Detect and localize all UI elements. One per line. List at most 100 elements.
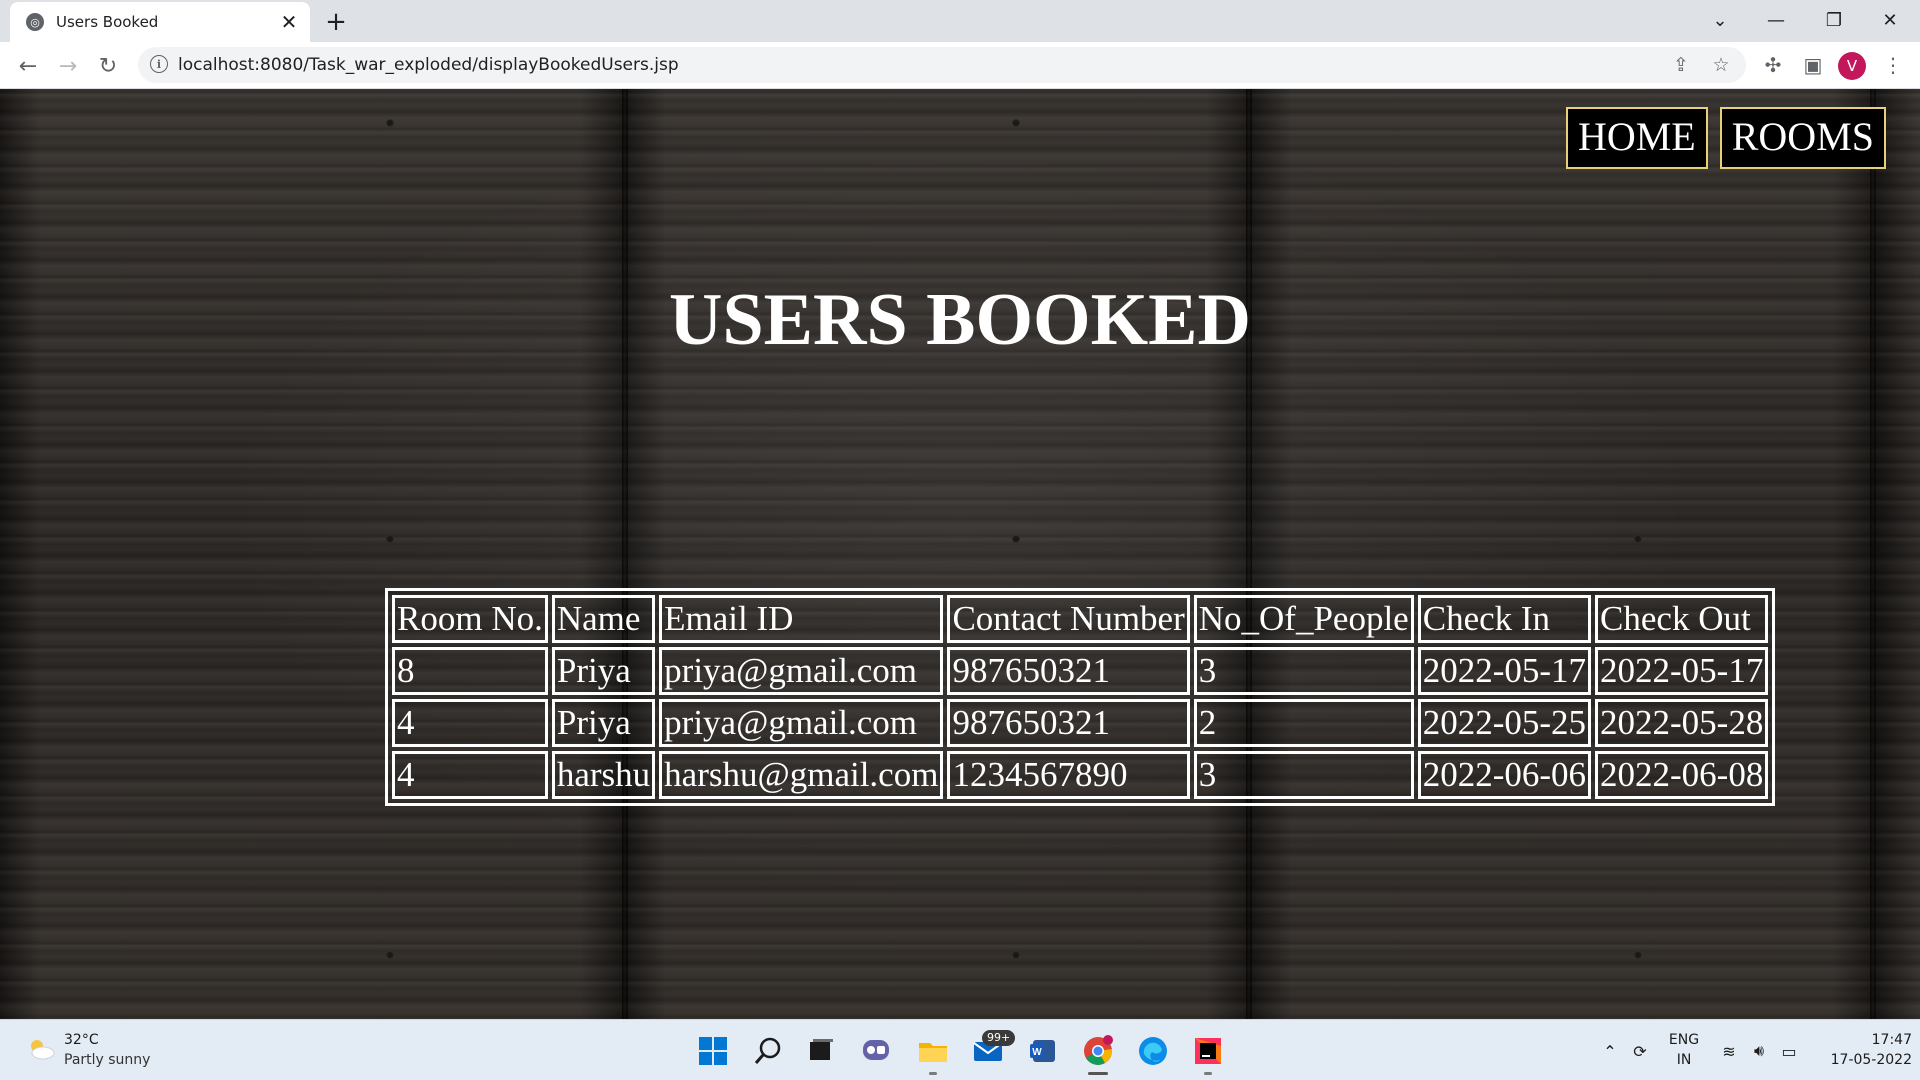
- forward-arrow-icon[interactable]: →: [50, 48, 86, 84]
- cell-check-in: 2022-05-25: [1417, 699, 1592, 747]
- nail-decoration: [1634, 535, 1642, 543]
- column-header-contact: Contact Number: [947, 595, 1190, 643]
- running-indicator: [1204, 1072, 1212, 1075]
- input-language[interactable]: ENG: [1668, 1032, 1700, 1048]
- site-nav: HOME ROOMS: [1565, 107, 1886, 169]
- new-tab-button[interactable]: +: [318, 5, 354, 39]
- browser-tabstrip: ◎ Users Booked ✕ + ⌄ — ❐ ✕: [0, 0, 1920, 42]
- column-header-room-no: Room No.: [392, 595, 548, 643]
- column-header-email: Email ID: [659, 595, 944, 643]
- mail-unread-badge: 99+: [982, 1030, 1016, 1046]
- battery-icon[interactable]: ▭: [1778, 1040, 1800, 1062]
- nail-decoration: [386, 535, 394, 543]
- back-arrow-icon[interactable]: ←: [10, 48, 46, 84]
- nail-decoration: [386, 119, 394, 127]
- cell-name: Priya: [551, 699, 656, 747]
- cell-check-in: 2022-05-17: [1417, 647, 1592, 695]
- site-info-icon[interactable]: i: [150, 55, 168, 73]
- clock-time[interactable]: 17:47: [1812, 1032, 1912, 1048]
- close-window-button[interactable]: ✕: [1862, 0, 1918, 40]
- running-indicator: [929, 1072, 937, 1075]
- cell-people: 3: [1193, 647, 1414, 695]
- cell-check-out: 2022-05-28: [1595, 699, 1769, 747]
- sync-icon[interactable]: ⟳: [1629, 1040, 1651, 1062]
- weather-temperature[interactable]: 32°C: [64, 1032, 99, 1048]
- browser-tab-active[interactable]: ◎ Users Booked ✕: [10, 2, 310, 42]
- clock-date[interactable]: 17-05-2022: [1812, 1052, 1912, 1068]
- nail-decoration: [1012, 119, 1020, 127]
- cell-people: 3: [1193, 751, 1414, 799]
- intellij-idea-icon[interactable]: [1191, 1034, 1225, 1068]
- cell-room-no: 4: [392, 751, 548, 799]
- page-title: USERS BOOKED: [669, 279, 1251, 361]
- cell-room-no: 4: [392, 699, 548, 747]
- column-header-people: No_Of_People: [1193, 595, 1414, 643]
- table-row: 4 Priya priya@gmail.com 987650321 2 2022…: [392, 699, 1769, 747]
- plank-seam: [1870, 89, 1876, 1019]
- volume-icon[interactable]: 🔊︎: [1748, 1040, 1770, 1062]
- task-view-icon[interactable]: [804, 1034, 838, 1068]
- search-icon[interactable]: [751, 1034, 785, 1068]
- cell-room-no: 8: [392, 647, 548, 695]
- cell-contact: 1234567890: [947, 751, 1190, 799]
- side-panel-icon[interactable]: ▣: [1800, 52, 1826, 78]
- svg-text:W: W: [1032, 1047, 1042, 1058]
- minimize-button[interactable]: —: [1748, 0, 1804, 40]
- show-hidden-icons-chevron-icon[interactable]: ⌃: [1599, 1040, 1621, 1062]
- bookmark-star-icon[interactable]: ☆: [1708, 53, 1734, 77]
- plank-seam: [1246, 89, 1252, 1019]
- cell-contact: 987650321: [947, 699, 1190, 747]
- address-bar[interactable]: i localhost:8080/Task_war_exploded/displ…: [138, 47, 1746, 83]
- bookings-table: Room No. Name Email ID Contact Number No…: [385, 588, 1776, 806]
- chrome-icon[interactable]: [1081, 1034, 1115, 1068]
- cell-check-out: 2022-05-17: [1595, 647, 1769, 695]
- cell-check-in: 2022-06-06: [1417, 751, 1592, 799]
- page-viewport: HOME ROOMS USERS BOOKED Room No. Name Em…: [0, 89, 1920, 1019]
- globe-icon: ◎: [26, 13, 44, 31]
- edge-icon[interactable]: [1136, 1034, 1170, 1068]
- extensions-puzzle-icon[interactable]: ✣: [1760, 52, 1786, 78]
- tab-search-chevron-icon[interactable]: ⌄: [1692, 0, 1748, 40]
- running-indicator-active: [1088, 1072, 1108, 1075]
- tab-close-icon[interactable]: ✕: [276, 9, 302, 35]
- rooms-link[interactable]: ROOMS: [1719, 107, 1886, 169]
- menu-kebab-icon[interactable]: ⋮: [1880, 52, 1906, 78]
- cell-name: Priya: [551, 647, 656, 695]
- wifi-icon[interactable]: ≋: [1718, 1040, 1740, 1062]
- column-header-check-out: Check Out: [1595, 595, 1769, 643]
- windows-start-icon[interactable]: [696, 1034, 730, 1068]
- table-row: 4 harshu harshu@gmail.com 1234567890 3 2…: [392, 751, 1769, 799]
- nail-decoration: [1012, 951, 1020, 959]
- cell-people: 2: [1193, 699, 1414, 747]
- cell-contact: 987650321: [947, 647, 1190, 695]
- partly-sunny-icon[interactable]: [26, 1036, 56, 1062]
- cell-email: priya@gmail.com: [659, 647, 944, 695]
- cell-email: priya@gmail.com: [659, 699, 944, 747]
- word-app-icon[interactable]: W: [1026, 1034, 1060, 1068]
- cell-email: harshu@gmail.com: [659, 751, 944, 799]
- file-explorer-icon[interactable]: [916, 1034, 950, 1068]
- plank-seam: [622, 89, 628, 1019]
- table-row: 8 Priya priya@gmail.com 987650321 3 2022…: [392, 647, 1769, 695]
- home-link[interactable]: HOME: [1565, 107, 1708, 169]
- nail-decoration: [1634, 951, 1642, 959]
- url-text[interactable]: localhost:8080/Task_war_exploded/display…: [178, 55, 679, 75]
- teams-chat-icon[interactable]: [859, 1034, 893, 1068]
- nail-decoration: [386, 951, 394, 959]
- reload-icon[interactable]: ↻: [90, 48, 126, 84]
- taskbar: 32°C Partly sunny 99+ W ⌃ ⟳ ENG IN ≋ 🔊︎ …: [0, 1019, 1920, 1080]
- profile-avatar[interactable]: V: [1838, 52, 1866, 80]
- input-region[interactable]: IN: [1668, 1052, 1700, 1068]
- restore-button[interactable]: ❐: [1806, 0, 1862, 40]
- cell-check-out: 2022-06-08: [1595, 751, 1769, 799]
- tab-title: Users Booked: [56, 13, 159, 31]
- screen: ◎ Users Booked ✕ + ⌄ — ❐ ✕ ← → ↻ i local…: [0, 0, 1920, 1080]
- cell-name: harshu: [551, 751, 656, 799]
- column-header-name: Name: [551, 595, 656, 643]
- weather-description[interactable]: Partly sunny: [64, 1052, 150, 1068]
- nail-decoration: [1012, 535, 1020, 543]
- browser-toolbar: ← → ↻ i localhost:8080/Task_war_exploded…: [0, 42, 1920, 89]
- table-header-row: Room No. Name Email ID Contact Number No…: [392, 595, 1769, 643]
- column-header-check-in: Check In: [1417, 595, 1592, 643]
- share-icon[interactable]: ⇪: [1668, 53, 1694, 77]
